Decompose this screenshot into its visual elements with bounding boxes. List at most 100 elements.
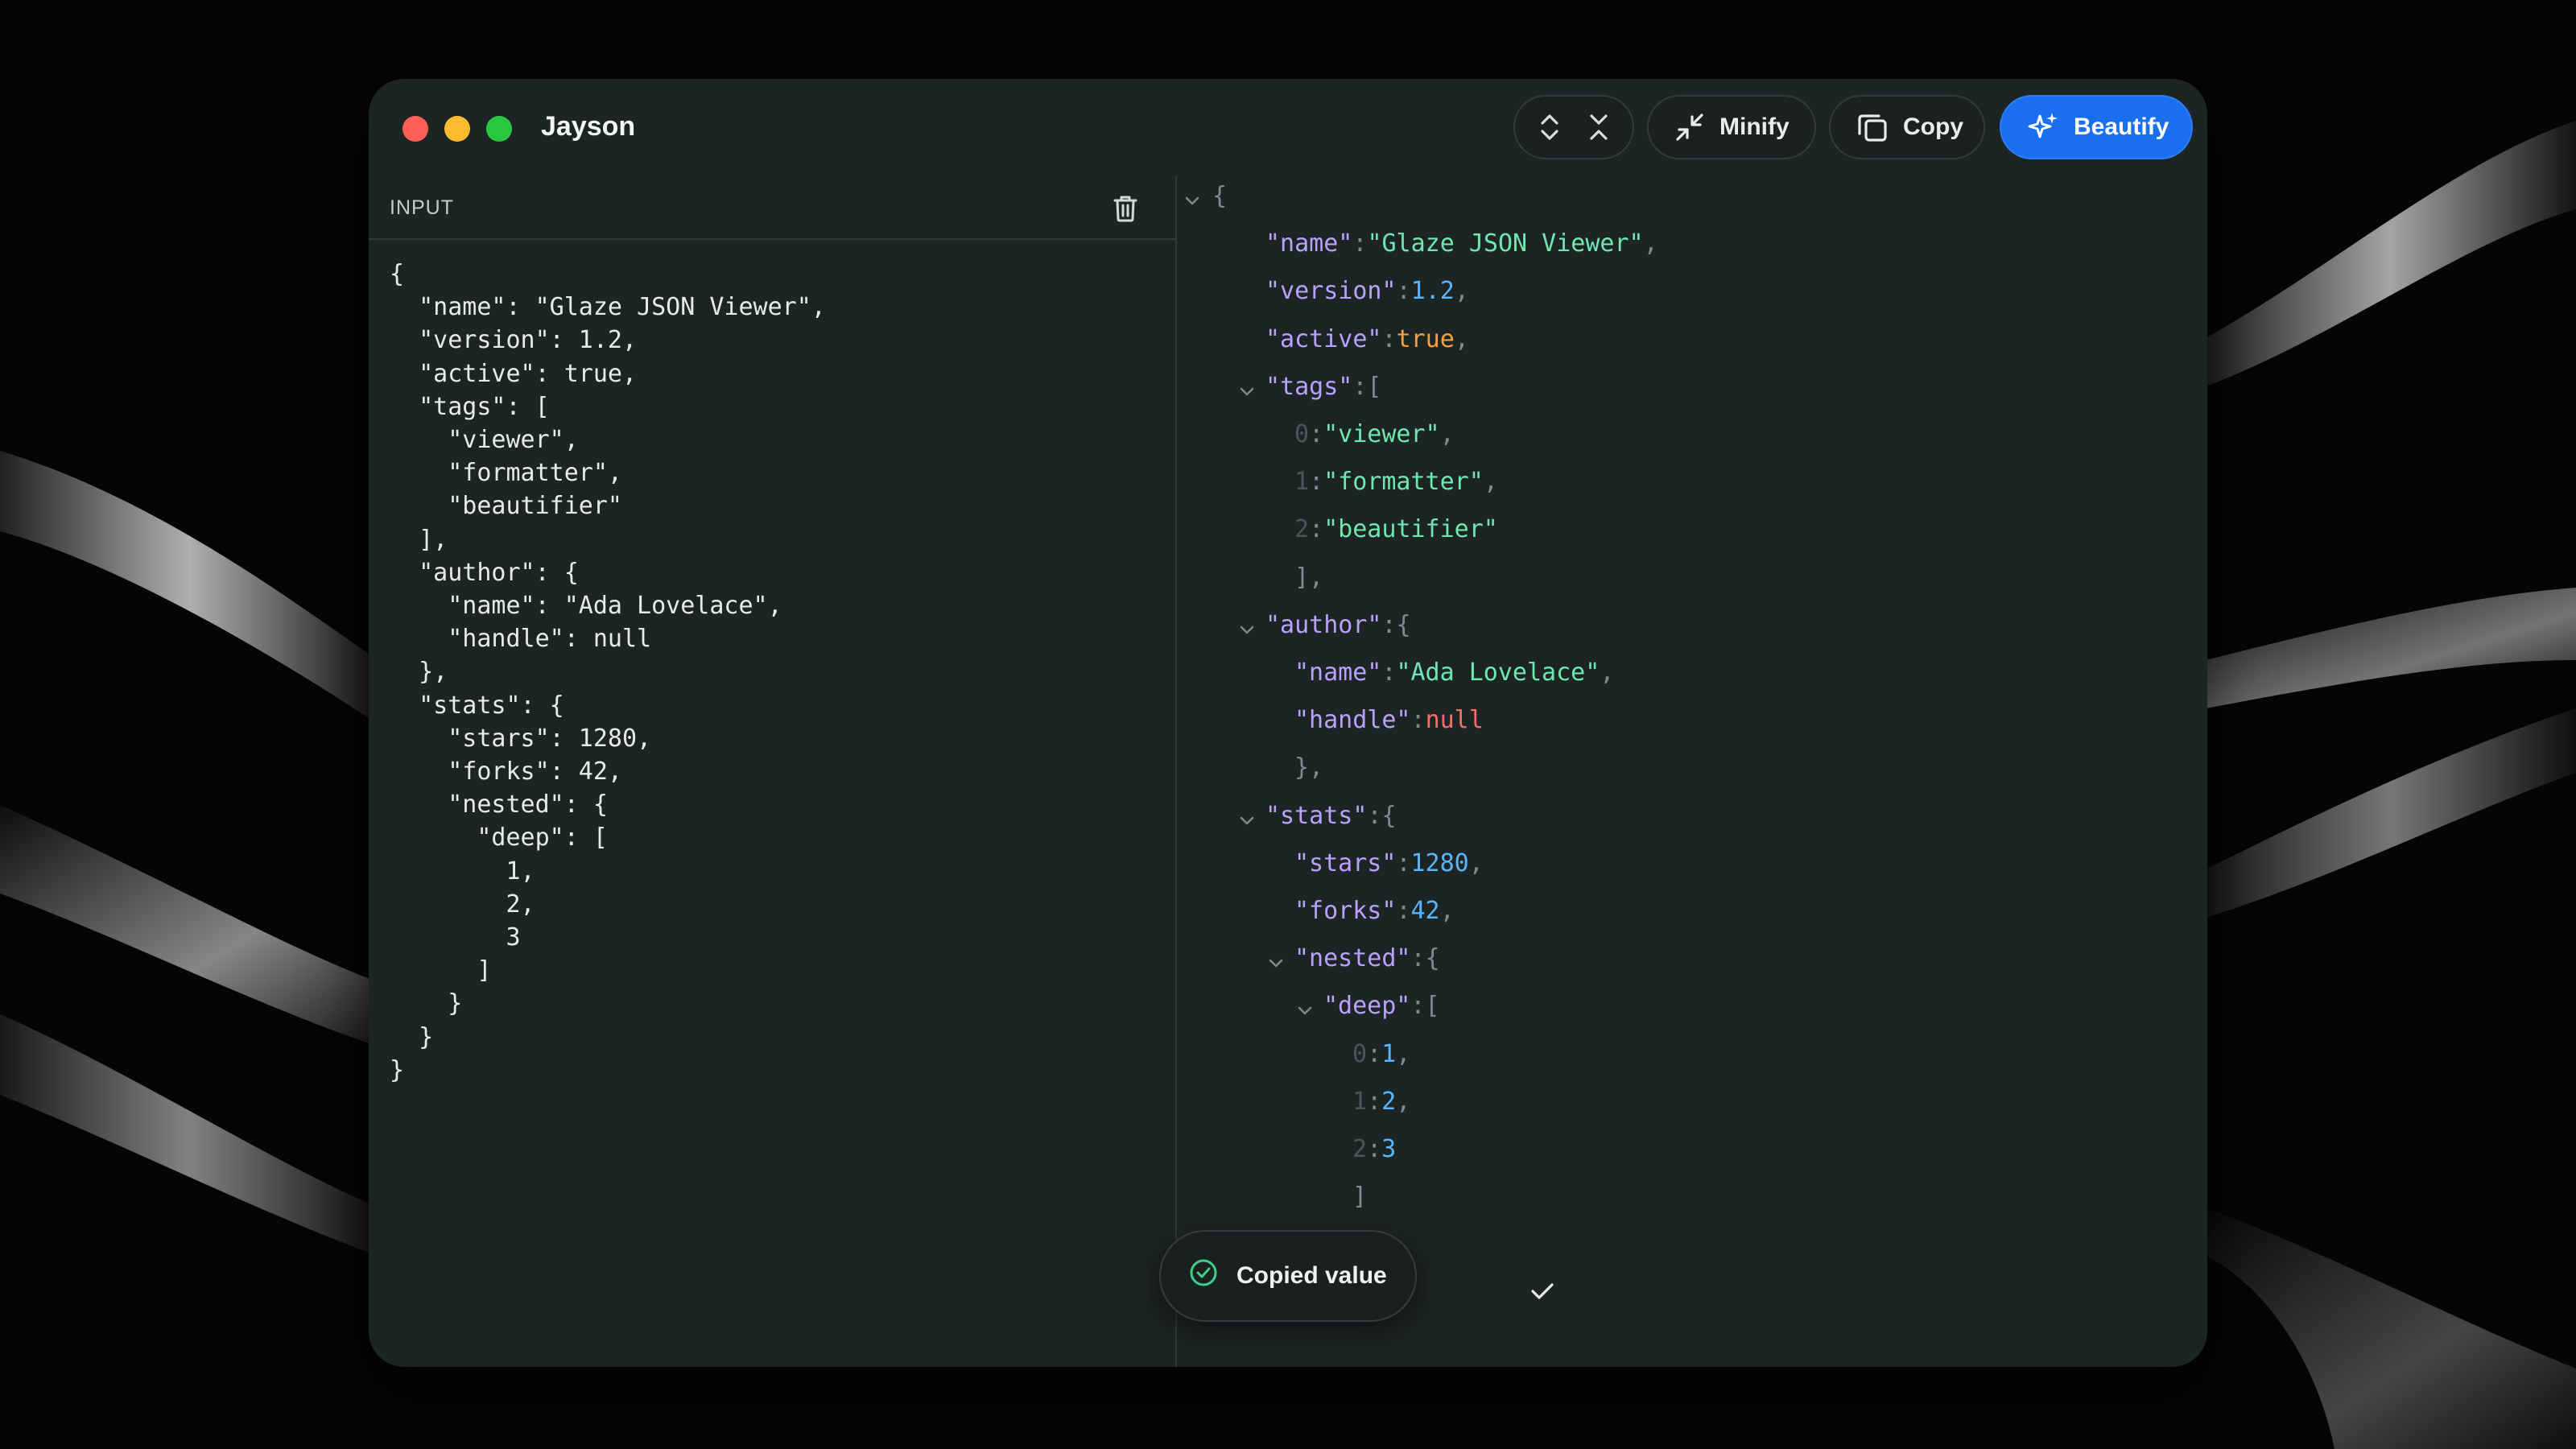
- tree-row[interactable]: "handle":null: [1294, 704, 1484, 737]
- trash-icon[interactable]: [1109, 192, 1141, 228]
- app-window: Jayson Minify Copy Beautify INPUT {"nam…: [369, 79, 2207, 1367]
- tree-punctuation: :: [1367, 1039, 1382, 1068]
- tree-value: 1: [1381, 1039, 1397, 1068]
- tree-punctuation: :: [1309, 515, 1324, 544]
- minify-button[interactable]: Minify: [1647, 95, 1816, 159]
- tree-punctuation: :{: [1367, 801, 1397, 830]
- chevrons-collapse-icon[interactable]: [1585, 111, 1612, 143]
- tree-punctuation: ,: [1396, 1039, 1411, 1068]
- tree-punctuation: ,: [1454, 277, 1469, 306]
- copy-button[interactable]: Copy: [1829, 95, 1985, 159]
- tree-punctuation: },: [1294, 753, 1324, 782]
- tree-punctuation: :: [1396, 897, 1411, 925]
- tree-value: "Ada Lovelace": [1396, 658, 1600, 687]
- tree-value: 3: [1381, 1135, 1397, 1163]
- copied-toast: Copied value: [1159, 1230, 1417, 1322]
- sparkles-icon: [2025, 109, 2061, 145]
- tree-row[interactable]: "stats":{: [1265, 800, 1397, 832]
- tree-row[interactable]: "active":true,: [1265, 324, 1469, 356]
- tree-value: true: [1396, 324, 1455, 353]
- tree-punctuation: :: [1396, 277, 1411, 306]
- copy-label: Copy: [1903, 114, 1963, 140]
- tree-row[interactable]: "name":"Glaze JSON Viewer",: [1265, 228, 1658, 260]
- tree-key: "forks": [1294, 897, 1397, 925]
- tree-punctuation: :: [1309, 468, 1324, 497]
- tree-punctuation: ,: [1454, 324, 1469, 353]
- tree-punctuation: :{: [1410, 944, 1440, 973]
- tree-punctuation: :: [1352, 229, 1368, 258]
- tree-row[interactable]: {: [1212, 180, 1227, 213]
- tree-key: "handle": [1294, 706, 1411, 735]
- tree-punctuation: :: [1410, 706, 1426, 735]
- chevron-down-icon[interactable]: [1267, 950, 1285, 978]
- tree-value: 1.2: [1410, 277, 1455, 306]
- input-panel: INPUT { "name": "Glaze JSON Viewer", "ve…: [369, 175, 1177, 1367]
- tree-row[interactable]: 1:2,: [1352, 1086, 1410, 1118]
- tree-punctuation: :: [1381, 324, 1397, 353]
- tree-index: 0: [1352, 1039, 1368, 1068]
- tree-row[interactable]: },: [1294, 752, 1323, 784]
- tree-punctuation: ,: [1483, 468, 1498, 497]
- tree-punctuation: ,: [1643, 229, 1658, 258]
- tree-row[interactable]: "tags":[: [1265, 371, 1382, 403]
- tree-punctuation: ],: [1294, 563, 1324, 592]
- tree-key: "name": [1294, 658, 1382, 687]
- expand-collapse-group: [1513, 95, 1634, 159]
- tree-index: 2: [1352, 1135, 1368, 1163]
- json-input-editor[interactable]: { "name": "Glaze JSON Viewer", "version"…: [390, 258, 826, 1087]
- tree-index: 2: [1294, 515, 1310, 544]
- beautify-button[interactable]: Beautify: [2000, 95, 2193, 159]
- tree-key: "nested": [1294, 944, 1411, 973]
- tree-punctuation: :: [1396, 848, 1411, 877]
- tree-row[interactable]: 2:3: [1352, 1133, 1396, 1166]
- chevron-down-icon[interactable]: [1238, 807, 1256, 836]
- tree-row[interactable]: 1:"formatter",: [1294, 466, 1498, 498]
- minify-label: Minify: [1719, 114, 1790, 140]
- tree-row[interactable]: 2:"beautifier": [1294, 514, 1498, 546]
- tree-row[interactable]: ]: [1352, 1181, 1367, 1213]
- tree-key: "deep": [1323, 992, 1411, 1021]
- app-title: Jayson: [541, 111, 636, 142]
- tree-row[interactable]: "name":"Ada Lovelace",: [1294, 657, 1614, 689]
- chevron-down-icon[interactable]: [1183, 188, 1201, 216]
- tree-row[interactable]: "deep":[: [1323, 990, 1440, 1022]
- tree-row[interactable]: 0:1,: [1352, 1038, 1410, 1071]
- tree-row[interactable]: "forks":42,: [1294, 895, 1455, 927]
- minimize-window-button[interactable]: [444, 116, 470, 142]
- tree-row[interactable]: "stars":1280,: [1294, 848, 1484, 880]
- tree-row[interactable]: ],: [1294, 562, 1323, 594]
- tree-punctuation: :{: [1381, 610, 1411, 639]
- tree-punctuation: ,: [1600, 658, 1615, 687]
- tree-index: 0: [1294, 420, 1310, 448]
- tree-key: "stats": [1265, 801, 1368, 830]
- close-window-button[interactable]: [402, 116, 428, 142]
- chevron-down-icon[interactable]: [1238, 617, 1256, 645]
- check-circle-icon: [1188, 1257, 1219, 1294]
- tree-key: "tags": [1265, 372, 1353, 401]
- tree-value: "beautifier": [1323, 515, 1498, 544]
- copy-icon: [1855, 109, 1890, 145]
- tree-row[interactable]: 0:"viewer",: [1294, 419, 1455, 451]
- tree-row[interactable]: "author":{: [1265, 609, 1411, 642]
- zoom-window-button[interactable]: [486, 116, 512, 142]
- tree-punctuation: ,: [1468, 848, 1484, 877]
- tree-row[interactable]: "version":1.2,: [1265, 275, 1469, 308]
- chevron-down-icon[interactable]: [1238, 378, 1256, 407]
- tree-punctuation: ,: [1439, 897, 1455, 925]
- chevrons-expand-icon[interactable]: [1536, 111, 1563, 143]
- tree-key: "version": [1265, 277, 1397, 306]
- checkmark-icon: [1526, 1277, 1558, 1310]
- tree-value: "Glaze JSON Viewer": [1367, 229, 1644, 258]
- tree-value: 2: [1381, 1087, 1397, 1116]
- tree-key: "stars": [1294, 848, 1397, 877]
- tree-value: "viewer": [1323, 420, 1440, 448]
- beautify-label: Beautify: [2074, 114, 2169, 140]
- tree-punctuation: {: [1212, 182, 1228, 210]
- chevron-down-icon[interactable]: [1296, 997, 1314, 1026]
- tree-punctuation: :: [1309, 420, 1324, 448]
- tree-punctuation: :: [1381, 658, 1397, 687]
- tree-value: null: [1425, 706, 1484, 735]
- tree-value: 42: [1410, 897, 1440, 925]
- tree-row[interactable]: "nested":{: [1294, 943, 1440, 975]
- title-bar: Jayson Minify Copy Beautify: [369, 79, 2207, 175]
